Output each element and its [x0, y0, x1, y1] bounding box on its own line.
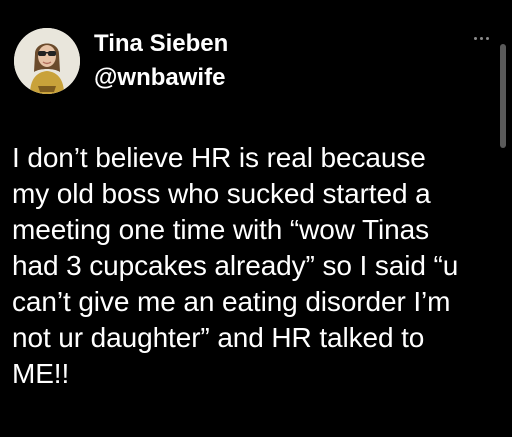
tweet-text-line: meeting one time with “wow Tinas	[12, 214, 429, 245]
author-display-name[interactable]: Tina Sieben	[94, 30, 228, 58]
tweet-text-line: my old boss who sucked started a	[12, 178, 431, 209]
tweet-text-line: had 3 cupcakes already” so I said “u	[12, 250, 459, 281]
tweet-card: Tina Sieben @wnbawife I don’t believe HR…	[0, 0, 512, 437]
tweet-text-line: ME!!	[12, 358, 70, 389]
tweet-text-line: can’t give me an eating disorder I’m	[12, 286, 451, 317]
more-dot	[479, 36, 483, 40]
tweet-text-line: not ur daughter” and HR talked to	[12, 322, 425, 353]
scrollbar-thumb[interactable]	[500, 44, 506, 148]
user-avatar-photo-icon	[14, 28, 80, 94]
author-handle[interactable]: @wnbawife	[94, 64, 225, 92]
more-dot	[473, 36, 477, 40]
author-avatar[interactable]	[14, 28, 80, 94]
more-dot	[485, 36, 489, 40]
tweet-text: I don’t believe HR is real because my ol…	[12, 140, 498, 392]
tweet-text-line: I don’t believe HR is real because	[12, 142, 426, 173]
more-options-icon[interactable]	[466, 30, 496, 46]
